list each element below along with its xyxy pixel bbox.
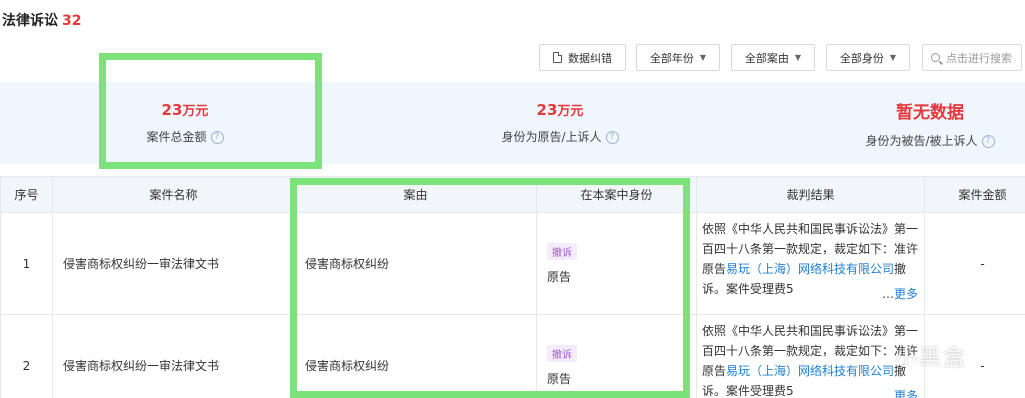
col-header-cause: 案由 <box>294 176 537 213</box>
search-icon <box>931 53 940 62</box>
case-role: 撤诉 原告 <box>536 314 697 398</box>
table-row: 1 侵害商标权纠纷一审法律文书 侵害商标权纠纷 撤诉 原告 依照《中华人民共和国… <box>0 212 1025 315</box>
more-link[interactable]: …更多 <box>879 386 918 398</box>
company-link[interactable]: 易玩（上海）网络科技有限公司 <box>726 364 894 378</box>
caret-down-icon: ▼ <box>699 53 707 62</box>
case-role: 撤诉 原告 <box>536 212 697 315</box>
case-cause: 侵害商标权纠纷 <box>294 212 537 315</box>
summary-value: 23万元 <box>161 101 209 119</box>
role-text: 原告 <box>547 269 572 284</box>
summary-value: 暂无数据 <box>896 103 964 123</box>
help-icon[interactable]: ? <box>605 131 619 144</box>
summary-defendant: 暂无数据 身份为被告/被上诉人? <box>830 82 1025 164</box>
col-header-index: 序号 <box>0 176 53 213</box>
help-icon[interactable]: ? <box>210 131 224 144</box>
role-filter-label: 全部身份 <box>839 51 884 65</box>
case-amount: - <box>924 314 1025 398</box>
year-filter-dropdown[interactable]: 全部年份 ▼ <box>636 44 720 71</box>
caret-down-icon: ▼ <box>794 53 802 62</box>
status-badge: 撤诉 <box>547 344 577 362</box>
caret-down-icon: ▼ <box>889 53 897 62</box>
role-text: 原告 <box>547 371 572 386</box>
year-filter-label: 全部年份 <box>649 51 694 65</box>
help-icon[interactable]: ? <box>981 135 995 148</box>
document-icon <box>553 52 562 63</box>
case-name-link[interactable]: 侵害商标权纠纷一审法律文书 <box>52 314 295 398</box>
data-correction-button[interactable]: 数据纠错 <box>539 44 626 71</box>
col-header-verdict: 裁判结果 <box>696 176 925 213</box>
cause-filter-dropdown[interactable]: 全部案由 ▼ <box>731 44 815 71</box>
summary-total-amount: 23万元 案件总金额? <box>90 82 280 164</box>
data-correction-label: 数据纠错 <box>568 51 612 65</box>
col-header-case-name: 案件名称 <box>52 176 295 213</box>
verdict-cell: 依照《中华人民共和国民事诉讼法》第一百四十八条第一款规定，裁定如下：准许原告易玩… <box>696 314 925 398</box>
verdict-cell: 依照《中华人民共和国民事诉讼法》第一百四十八条第一款规定，裁定如下：准许原告易玩… <box>696 212 925 315</box>
status-badge: 撤诉 <box>547 242 577 260</box>
summary-plaintiff: 23万元 身份为原告/上诉人? <box>445 82 675 164</box>
summary-label: 身份为被告/被上诉人? <box>830 132 1025 149</box>
section-title-text: 法律诉讼 <box>2 13 58 29</box>
litigation-table: 序号 案件名称 案由 在本案中身份 裁判结果 案件金额 1 侵害商标权纠纷一审法… <box>0 176 1025 398</box>
table-row: 2 侵害商标权纠纷一审法律文书 侵害商标权纠纷 撤诉 原告 依照《中华人民共和国… <box>0 314 1025 398</box>
case-amount: - <box>924 212 1025 315</box>
company-link[interactable]: 易玩（上海）网络科技有限公司 <box>726 262 894 276</box>
case-name-link[interactable]: 侵害商标权纠纷一审法律文书 <box>52 212 295 315</box>
role-filter-dropdown[interactable]: 全部身份 ▼ <box>826 44 910 71</box>
summary-panel: 23万元 案件总金额? 23万元 身份为原告/上诉人? 暂无数据 身份为被告/被… <box>0 82 1025 164</box>
search-input[interactable]: 点击进行搜索 <box>922 44 1022 71</box>
case-count: 32 <box>62 13 82 29</box>
search-placeholder: 点击进行搜索 <box>946 51 1012 65</box>
table-header-row: 序号 案件名称 案由 在本案中身份 裁判结果 案件金额 <box>0 176 1025 213</box>
section-title: 法律诉讼 32 <box>2 10 81 30</box>
row-index: 1 <box>0 212 53 315</box>
cause-filter-label: 全部案由 <box>744 51 789 65</box>
more-link[interactable]: …更多 <box>879 284 918 304</box>
col-header-amount: 案件金额 <box>924 176 1025 213</box>
case-cause: 侵害商标权纠纷 <box>294 314 537 398</box>
summary-label: 案件总金额? <box>90 128 280 145</box>
summary-value: 23万元 <box>536 101 584 119</box>
col-header-role: 在本案中身份 <box>536 176 697 213</box>
row-index: 2 <box>0 314 53 398</box>
summary-label: 身份为原告/上诉人? <box>445 128 675 145</box>
